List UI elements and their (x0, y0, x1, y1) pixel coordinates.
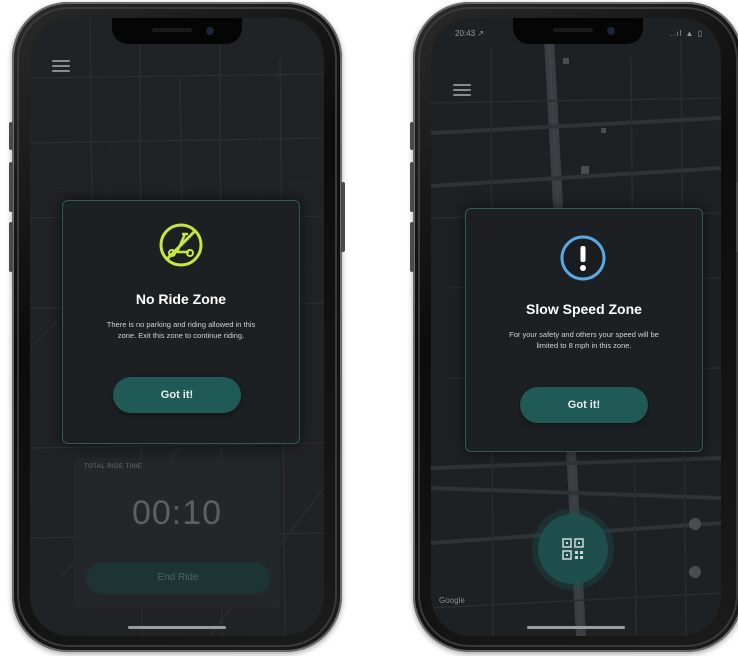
home-indicator (128, 626, 226, 629)
power-button (341, 182, 345, 252)
timer-value: 00:10 (131, 494, 223, 532)
mute-switch (9, 122, 13, 150)
menu-line (453, 89, 471, 91)
modal-message: For your safety and others your speed wi… (509, 330, 659, 350)
phone-frame-right: 20:43 ↗ ..ıl ▲ ▯ Slow Speed Zone For you… (410, 2, 738, 652)
home-indicator (527, 626, 625, 629)
screen-left: No Ride Zone There is no parking and rid… (30, 18, 324, 636)
no-scooter-icon (159, 223, 203, 267)
mute-switch (410, 122, 414, 150)
info-icon[interactable] (689, 518, 701, 530)
status-time: 20:43 ↗ (455, 29, 484, 38)
exclamation-icon (560, 235, 606, 281)
locate-icon[interactable] (689, 566, 701, 578)
timer-label: TOTAL RIDE TIME (84, 464, 142, 470)
end-ride-button[interactable]: End Ride (86, 562, 270, 594)
menu-button[interactable] (52, 60, 70, 72)
modal-title: No Ride Zone (135, 291, 227, 307)
status-icons: ..ıl ▲ ▯ (669, 29, 703, 38)
volume-down-button (9, 222, 13, 272)
menu-line (453, 84, 471, 86)
got-it-button[interactable]: Got it! (520, 387, 648, 423)
volume-down-button (410, 222, 414, 272)
menu-line (453, 94, 471, 96)
front-camera (206, 27, 214, 35)
modal-message: There is no parking and riding allowed i… (106, 320, 256, 340)
no-ride-zone-modal: No Ride Zone There is no parking and rid… (62, 200, 300, 444)
phone-frame-left: No Ride Zone There is no parking and rid… (9, 2, 345, 652)
status-bar: 20:43 ↗ ..ıl ▲ ▯ (451, 26, 705, 42)
volume-up-button (9, 162, 13, 212)
slow-speed-zone-modal: Slow Speed Zone For your safety and othe… (465, 208, 703, 452)
scan-qr-button[interactable] (538, 514, 608, 584)
menu-line (52, 65, 70, 67)
google-attribution: Google (439, 596, 465, 605)
menu-line (52, 70, 70, 72)
menu-line (52, 60, 70, 62)
screen-right: 20:43 ↗ ..ıl ▲ ▯ Slow Speed Zone For you… (431, 18, 721, 636)
got-it-button[interactable]: Got it! (113, 377, 241, 413)
notch (112, 18, 242, 44)
speaker (152, 28, 192, 32)
modal-title: Slow Speed Zone (526, 301, 642, 317)
menu-button[interactable] (453, 84, 471, 96)
stage: No Ride Zone There is no parking and rid… (0, 0, 738, 656)
volume-up-button (410, 162, 414, 212)
qr-scan-icon (562, 538, 584, 560)
ride-timer-panel: TOTAL RIDE TIME 00:10 End Ride (74, 458, 280, 608)
